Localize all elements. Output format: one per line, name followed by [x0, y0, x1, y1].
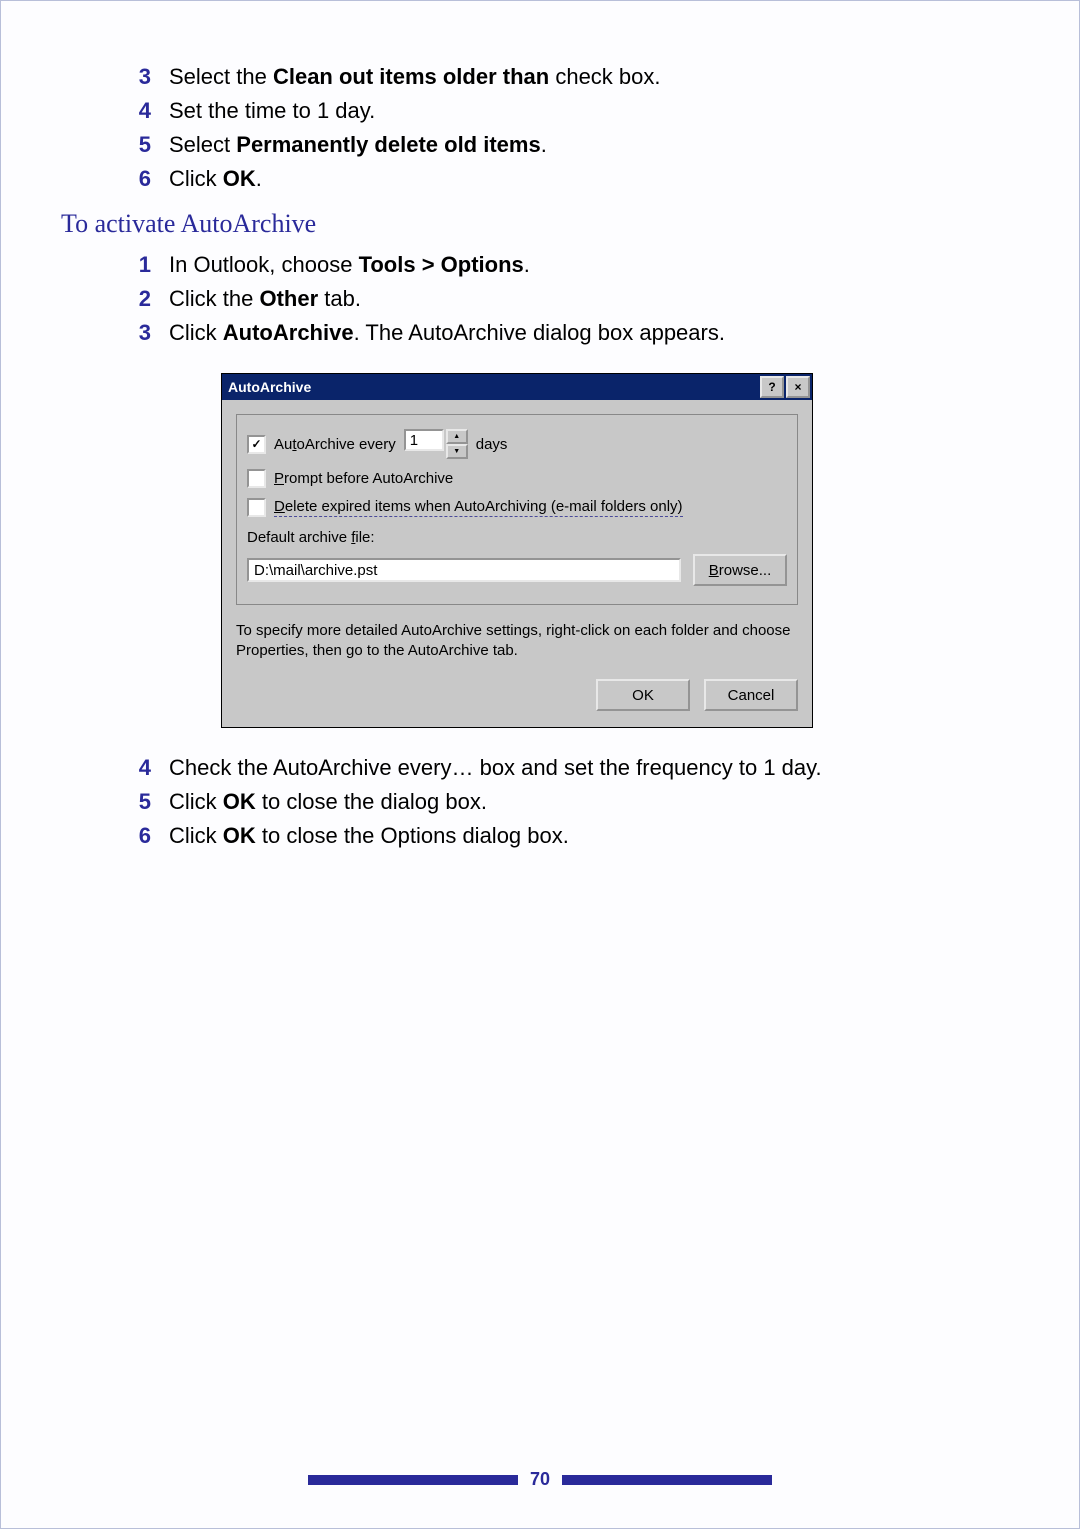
row-autoarchive-every: ✓ AutoArchive every ▲ ▼ days	[247, 429, 787, 459]
input-archive-file[interactable]: D:\mail\archive.pst	[247, 558, 681, 582]
step-number: 5	[125, 129, 151, 161]
dialog-titlebar: AutoArchive ? ×	[222, 374, 812, 400]
section-title: To activate AutoArchive	[61, 209, 1019, 239]
list-item: 2 Click the Other tab.	[125, 283, 1019, 315]
step-text: Click the Other tab.	[169, 283, 361, 315]
footer-bar-left	[308, 1475, 518, 1485]
step-text: Click OK.	[169, 163, 262, 195]
step-text: Select the Clean out items older than ch…	[169, 61, 661, 93]
step-number: 3	[125, 61, 151, 93]
checkbox-prompt[interactable]	[247, 469, 266, 488]
page-footer: 70	[1, 1469, 1079, 1490]
step-number: 6	[125, 163, 151, 195]
steps-mid: 1 In Outlook, choose Tools > Options. 2 Cli…	[125, 249, 1019, 349]
row-file: D:\mail\archive.pst Browse...	[247, 554, 787, 586]
list-item: 3 Select the Clean out items older than c…	[125, 61, 1019, 93]
spinner-up[interactable]: ▲	[446, 429, 468, 444]
close-button[interactable]: ×	[786, 376, 810, 398]
label-days: days	[476, 436, 508, 453]
list-item: 6 Click OK to close the Options dialog bo…	[125, 820, 1019, 852]
label-autoarchive-every: AutoArchive every	[274, 436, 396, 453]
steps-bottom: 4 Check the AutoArchive every… box and se…	[125, 752, 1019, 852]
list-item: 4 Set the time to 1 day.	[125, 95, 1019, 127]
dialog-button-row: OK Cancel	[236, 679, 798, 711]
list-item: 4 Check the AutoArchive every… box and se…	[125, 752, 1019, 784]
step-text: Click OK to close the dialog box.	[169, 786, 487, 818]
step-text: Select Permanently delete old items.	[169, 129, 547, 161]
step-number: 6	[125, 820, 151, 852]
autoarchive-dialog: AutoArchive ? × ✓ AutoArchive every ▲ ▼	[221, 373, 813, 728]
document-page: 3 Select the Clean out items older than c…	[0, 0, 1080, 1529]
step-text: In Outlook, choose Tools > Options.	[169, 249, 530, 281]
footer-bar-right	[562, 1475, 772, 1485]
spinner-days[interactable]: ▲ ▼	[404, 429, 468, 459]
step-number: 4	[125, 95, 151, 127]
label-default-archive-file: Default archive file:	[247, 529, 787, 546]
checkbox-delete-expired[interactable]	[247, 498, 266, 517]
step-text: Click OK to close the Options dialog box…	[169, 820, 569, 852]
dialog-hint: To specify more detailed AutoArchive set…	[236, 621, 798, 661]
step-text: Set the time to 1 day.	[169, 95, 375, 127]
label-delete-expired: Delete expired items when AutoArchiving …	[274, 498, 683, 517]
step-text: Click AutoArchive. The AutoArchive dialo…	[169, 317, 725, 349]
checkbox-autoarchive-every[interactable]: ✓	[247, 435, 266, 454]
step-number: 1	[125, 249, 151, 281]
ok-button[interactable]: OK	[596, 679, 690, 711]
label-prompt: Prompt before AutoArchive	[274, 470, 453, 487]
browse-button[interactable]: Browse...	[693, 554, 787, 586]
row-prompt: Prompt before AutoArchive	[247, 469, 787, 488]
cancel-button[interactable]: Cancel	[704, 679, 798, 711]
steps-top: 3 Select the Clean out items older than c…	[125, 61, 1019, 195]
row-delete-expired: Delete expired items when AutoArchiving …	[247, 498, 787, 517]
help-button[interactable]: ?	[760, 376, 784, 398]
spinner-down[interactable]: ▼	[446, 444, 468, 459]
dialog-body: ✓ AutoArchive every ▲ ▼ days	[222, 400, 812, 727]
dialog-title: AutoArchive	[228, 379, 311, 395]
step-text: Check the AutoArchive every… box and set…	[169, 752, 822, 784]
page-number: 70	[530, 1469, 550, 1490]
list-item: 6 Click OK.	[125, 163, 1019, 195]
spinner-input[interactable]	[404, 429, 444, 451]
step-number: 3	[125, 317, 151, 349]
list-item: 5 Select Permanently delete old items.	[125, 129, 1019, 161]
step-number: 5	[125, 786, 151, 818]
list-item: 3 Click AutoArchive. The AutoArchive dial…	[125, 317, 1019, 349]
dialog-group: ✓ AutoArchive every ▲ ▼ days	[236, 414, 798, 605]
list-item: 1 In Outlook, choose Tools > Options.	[125, 249, 1019, 281]
step-number: 4	[125, 752, 151, 784]
list-item: 5 Click OK to close the dialog box.	[125, 786, 1019, 818]
step-number: 2	[125, 283, 151, 315]
